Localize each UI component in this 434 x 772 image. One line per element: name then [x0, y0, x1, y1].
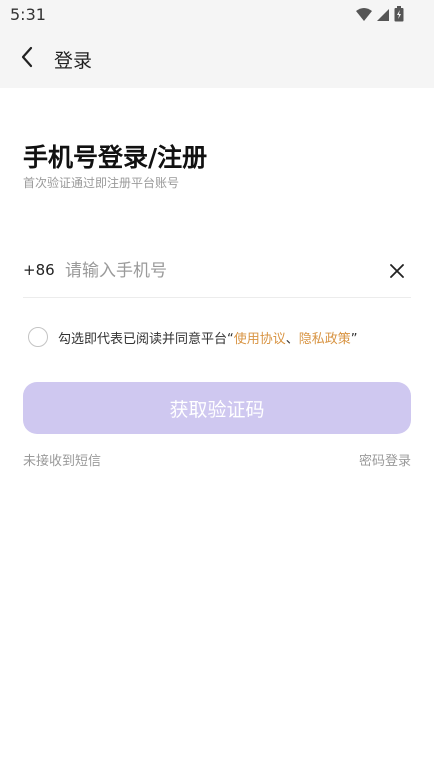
phone-input[interactable] — [65, 256, 365, 286]
sms-not-received-link[interactable]: 未接收到短信 — [23, 450, 101, 469]
clear-input-button[interactable] — [385, 260, 409, 284]
signal-icon — [376, 7, 390, 26]
country-code[interactable]: +86 — [23, 261, 55, 279]
terms-of-use-link[interactable]: 使用协议 — [234, 332, 286, 347]
app-bar: 登录 — [0, 30, 434, 88]
password-login-link[interactable]: 密码登录 — [359, 450, 411, 469]
agreement-row: 勾选即代表已阅读并同意平台“使用协议、隐私政策” — [28, 326, 418, 348]
login-subheading: 首次验证通过即注册平台账号 — [23, 176, 180, 190]
page-title: 登录 — [54, 50, 93, 72]
close-icon — [390, 263, 404, 282]
chevron-left-icon — [20, 46, 34, 72]
status-time: 5:31 — [10, 5, 46, 24]
back-button[interactable] — [12, 44, 42, 74]
agreement-checkbox[interactable] — [28, 327, 48, 347]
wifi-icon — [356, 7, 372, 26]
agreement-suffix: ” — [350, 331, 358, 347]
agreement-text: 勾选即代表已阅读并同意平台“使用协议、隐私政策” — [58, 328, 358, 347]
status-icons — [356, 6, 404, 26]
login-heading: 手机号登录/注册 — [23, 143, 208, 172]
privacy-policy-link[interactable]: 隐私政策 — [299, 332, 351, 347]
battery-icon — [394, 6, 404, 26]
phone-field-row: +86 — [23, 246, 411, 298]
agreement-prefix: 勾选即代表已阅读并同意平台“ — [58, 331, 234, 347]
status-bar: 5:31 — [0, 0, 434, 30]
agreement-separator: 、 — [285, 331, 299, 347]
get-verification-code-button[interactable]: 获取验证码 — [23, 382, 411, 434]
